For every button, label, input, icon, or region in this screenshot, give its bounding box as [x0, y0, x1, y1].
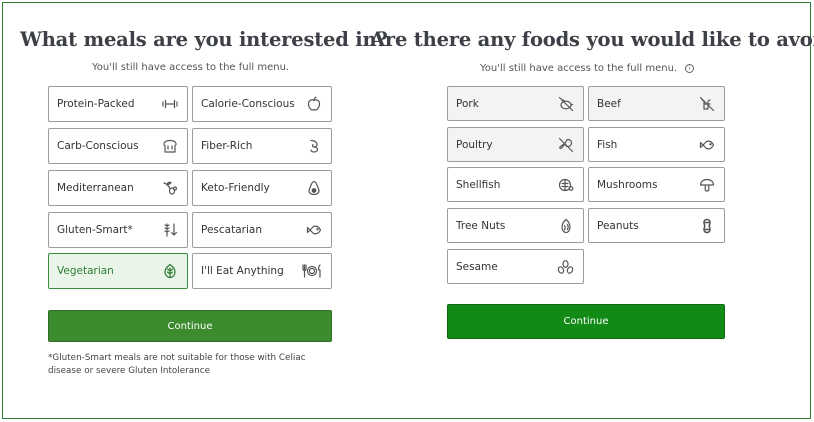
info-icon[interactable]: i	[685, 64, 695, 73]
sesame-icon	[555, 258, 575, 276]
option-label: Pork	[456, 97, 479, 110]
meals-subtitle: You'll still have access to the full men…	[92, 62, 290, 73]
option-label: Gluten-Smart*	[57, 224, 133, 236]
option-carb-conscious[interactable]: Carb-Conscious	[48, 128, 188, 164]
option-fiber-rich[interactable]: Fiber-Rich	[192, 128, 332, 164]
meals-title: What meals are you interested in?	[20, 28, 388, 51]
avoid-subtitle-row: You'll still have access to the full men…	[480, 63, 695, 74]
option-label: Peanuts	[597, 219, 639, 232]
option-calorie-conscious[interactable]: Calorie-Conscious	[192, 86, 332, 122]
option-pescatarian[interactable]: Pescatarian	[192, 212, 332, 248]
option-shellfish[interactable]: Shellfish	[447, 167, 584, 202]
apple-icon	[305, 95, 323, 113]
wheat-arrow-icon	[161, 221, 179, 239]
option-sesame[interactable]: Sesame	[447, 249, 584, 284]
continue-button-avoid[interactable]: Continue	[447, 304, 725, 339]
dumbbell-icon	[161, 95, 179, 113]
option-protein-packed[interactable]: Protein-Packed	[48, 86, 188, 122]
option-pork[interactable]: Pork	[447, 86, 584, 121]
option-label: Fiber-Rich	[201, 140, 253, 152]
option-label: Mushrooms	[597, 178, 658, 191]
option-label: Sesame	[456, 260, 498, 273]
option-label: Fish	[597, 138, 618, 151]
option-mushrooms[interactable]: Mushrooms	[588, 167, 725, 202]
option-label: Beef	[597, 97, 621, 110]
option-mediterranean[interactable]: Mediterranean	[48, 170, 188, 206]
option-poultry[interactable]: Poultry	[447, 127, 584, 162]
option-vegetarian[interactable]: Vegetarian	[48, 253, 188, 289]
avoid-subtitle: You'll still have access to the full men…	[480, 63, 678, 74]
shellfish-icon	[557, 176, 575, 194]
option-label: Mediterranean	[57, 182, 134, 194]
avocado-icon	[305, 179, 323, 197]
option-label: Shellfish	[456, 178, 501, 191]
fiber-swirl-icon	[305, 137, 323, 155]
option-label: Carb-Conscious	[57, 140, 139, 152]
option-label: Keto-Friendly	[201, 182, 270, 194]
bread-icon	[161, 137, 179, 155]
leaf-icon	[161, 262, 179, 280]
gluten-footnote: *Gluten-Smart meals are not suitable for…	[48, 353, 306, 376]
peanut-icon	[698, 217, 716, 235]
fish-icon	[305, 221, 323, 239]
fork-plate-knife-icon	[301, 262, 323, 280]
avoid-title: Are there any foods you would like to av…	[370, 28, 814, 51]
option-label: I'll Eat Anything	[201, 265, 284, 277]
option-eat-anything[interactable]: I'll Eat Anything	[192, 253, 332, 289]
no-poultry-icon	[557, 136, 575, 154]
no-beef-icon	[698, 95, 716, 113]
option-keto-friendly[interactable]: Keto-Friendly	[192, 170, 332, 206]
option-label: Calorie-Conscious	[201, 98, 295, 110]
mushroom-icon	[698, 176, 716, 194]
option-tree-nuts[interactable]: Tree Nuts	[447, 208, 584, 243]
option-label: Pescatarian	[201, 224, 262, 236]
almond-icon	[557, 217, 575, 235]
option-label: Vegetarian	[57, 265, 114, 277]
option-fish[interactable]: Fish	[588, 127, 725, 162]
fish-icon	[698, 136, 716, 154]
option-label: Tree Nuts	[456, 219, 506, 232]
continue-button-meals[interactable]: Continue	[48, 310, 332, 342]
option-label: Protein-Packed	[57, 98, 135, 110]
olive-branch-icon	[161, 179, 179, 197]
option-label: Poultry	[456, 138, 493, 151]
no-pork-icon	[557, 95, 575, 113]
option-beef[interactable]: Beef	[588, 86, 725, 121]
option-peanuts[interactable]: Peanuts	[588, 208, 725, 243]
option-gluten-smart[interactable]: Gluten-Smart*	[48, 212, 188, 248]
